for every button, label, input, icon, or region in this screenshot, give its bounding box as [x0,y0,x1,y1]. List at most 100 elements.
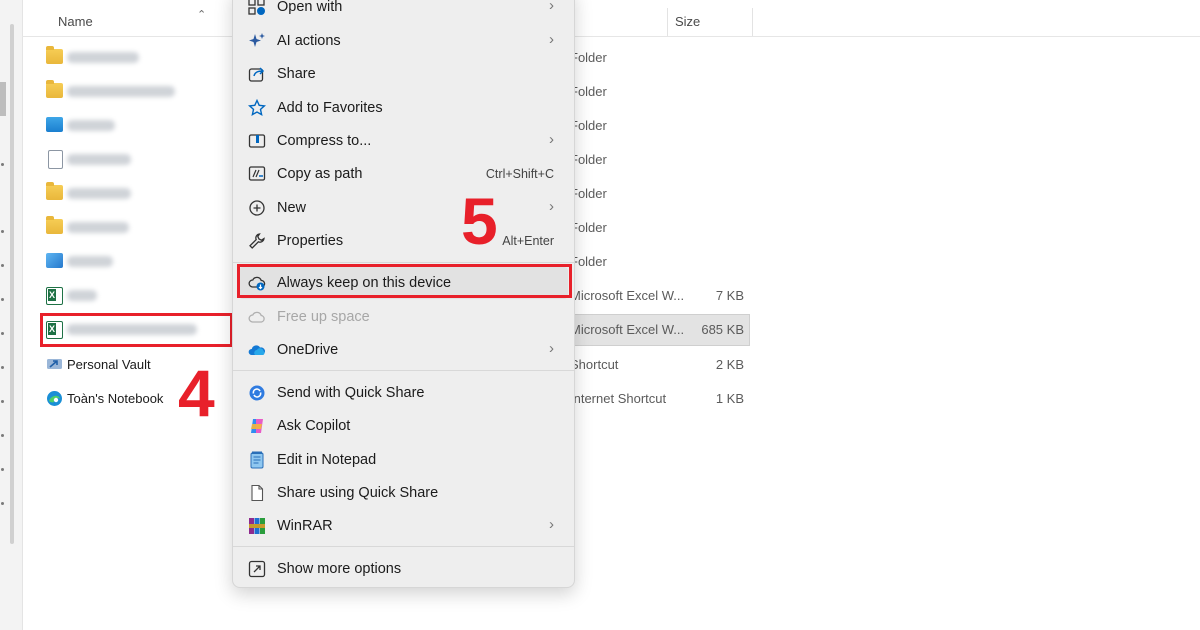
folder-icon [46,182,63,200]
blurred-file-name [67,86,175,97]
open-with-icon [248,0,266,16]
chevron-right-icon: › [549,516,554,533]
picture-icon [46,253,63,268]
onedrive-icon [248,341,266,359]
menu-item-show-more-options[interactable]: Show more options [239,553,568,585]
column-divider[interactable] [667,8,668,36]
file-type: Folder [570,186,607,201]
file-type: Folder [570,50,607,65]
blurred-file-name [67,256,113,267]
share-icon [248,65,266,83]
blank-file-icon [248,484,266,502]
menu-item-label: AI actions [277,33,341,49]
nav-tree-dot [1,366,4,369]
menu-item-label: OneDrive [277,342,339,358]
wrench-icon [248,232,266,250]
chevron-right-icon: › [549,0,554,14]
blurred-file-name [67,188,131,199]
document-icon [48,150,63,169]
column-header-row: Name ⌃ Size [22,0,1200,37]
menu-item-label: Share using Quick Share [277,485,439,501]
menu-item-ai-actions[interactable]: AI actions › [239,25,568,57]
file-type: Shortcut [570,357,619,372]
menu-separator [233,262,574,263]
chevron-up-icon: ⌃ [197,9,207,21]
chevron-right-icon: › [549,198,554,215]
menu-item-send-with-quick-share[interactable]: Send with Quick Share [239,377,568,409]
step5-number: 5 [461,184,498,258]
nav-tree-dot [1,163,4,166]
notepad-icon [248,451,266,469]
file-type: Folder [570,118,607,133]
menu-item-properties[interactable]: Properties Alt+Enter [239,225,568,257]
menu-item-label: Properties [277,233,344,249]
nav-tree-dot [1,230,4,233]
menu-item-label: Send with Quick Share [277,385,425,401]
menu-item-label: Ask Copilot [277,418,351,434]
file-size: 7 KB [715,288,744,303]
navigation-scrollbar-thumb[interactable] [0,82,6,116]
keyboard-shortcut: Alt+Enter [502,234,554,248]
menu-item-edit-in-notepad[interactable]: Edit in Notepad [239,444,568,476]
blurred-file-name [67,52,139,63]
file-size: 685 KB [701,322,744,337]
column-header-name[interactable]: Name [58,14,93,29]
chevron-right-icon: › [549,131,554,148]
file-type: Folder [570,220,607,235]
menu-item-copy-as-path[interactable]: Copy as path Ctrl+Shift+C [239,158,568,190]
blurred-file-name [67,222,129,233]
menu-separator [233,370,574,371]
more-options-icon [248,560,266,578]
step5-highlight-box [237,264,572,298]
menu-item-compress-to[interactable]: Compress to... › [239,125,568,157]
menu-item-onedrive[interactable]: OneDrive › [239,334,568,366]
cloud-icon [248,308,266,326]
menu-item-label: New [277,200,307,216]
copy-path-icon [248,165,266,183]
sparkle-icon [248,32,266,50]
file-type: Folder [570,152,607,167]
menu-item-label: Share [277,66,316,82]
chevron-right-icon: › [549,31,554,48]
step4-highlight-box [40,313,233,347]
column-header-size[interactable]: Size [675,14,700,29]
star-icon [248,99,266,117]
menu-item-share[interactable]: Share [239,58,568,90]
copilot-icon [248,417,266,435]
zip-icon [248,132,266,150]
navigation-pane-edge [0,0,23,630]
blurred-file-name [67,154,131,165]
keyboard-shortcut: Ctrl+Shift+C [485,167,554,181]
file-name: Personal Vault [67,357,151,372]
step4-number: 4 [178,356,215,430]
nav-tree-dot [1,468,4,471]
nav-tree-dot [1,502,4,505]
menu-item-label: WinRAR [277,518,333,534]
menu-item-share-using-quick-share[interactable]: Share using Quick Share [239,477,568,509]
nav-tree-dot [1,400,4,403]
file-type: Folder [570,254,607,269]
column-divider[interactable] [752,8,753,36]
menu-item-winrar[interactable]: WinRAR › [239,510,568,542]
desktop-icon [46,117,63,132]
menu-item-add-to-favorites[interactable]: Add to Favorites [239,92,568,124]
nav-tree-dot [1,298,4,301]
file-type: Folder [570,84,607,99]
shortcut-icon [46,356,63,371]
winrar-icon [248,517,266,535]
folder-icon [46,216,63,234]
folder-icon [46,46,63,64]
menu-item-open-with[interactable]: Open with › [239,0,568,23]
blurred-file-name [67,290,97,301]
menu-separator [233,546,574,547]
menu-item-ask-copilot[interactable]: Ask Copilot [239,410,568,442]
file-size: 2 KB [715,357,744,372]
menu-item-label: Copy as path [277,166,363,182]
file-size: 1 KB [715,391,744,406]
menu-item-free-up-space: Free up space [239,301,568,333]
menu-item-new[interactable]: New › [239,192,568,224]
nav-tree-dot [1,332,4,335]
navigation-scrollbar[interactable] [10,24,14,544]
blurred-file-name [67,120,115,131]
folder-icon [46,80,63,98]
